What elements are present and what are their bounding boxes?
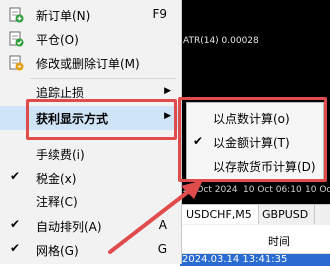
tab-usdchf[interactable]: USDCHF,M5: [180, 205, 259, 224]
menu-item-trailing-stop[interactable]: 追踪止损 ▶: [0, 81, 181, 101]
check-icon: ✔: [10, 241, 21, 255]
menu-item-label: 新订单(N): [36, 9, 91, 23]
menu-item-label: 手续费(i): [36, 148, 85, 162]
menu-item-label: 网格(G): [36, 244, 79, 258]
table-row[interactable]: 2024.03.14 13:41:35: [180, 254, 330, 266]
shortcut-label: A: [158, 218, 167, 232]
menu-item-modify-order[interactable]: 修改或删除订单(M): [0, 51, 181, 75]
menu-item-label: 税金(x): [36, 172, 77, 186]
trade-list: 时间 2024.03.14 13:41:35: [180, 225, 330, 266]
submenu-arrow-icon: ▶: [164, 86, 171, 96]
menu-item-new-order[interactable]: 新订单(N) F9: [0, 3, 181, 27]
menu-item-label: 自动排列(A): [36, 220, 102, 234]
time-tick: 10 Oct 2024: [182, 185, 238, 195]
shortcut-label: F9: [152, 7, 167, 21]
menu-item-grid[interactable]: ✔ 网格(G) G: [0, 238, 181, 262]
tab-gbpusd[interactable]: GBPUSD: [256, 205, 316, 224]
menu-item-commission[interactable]: 手续费(i): [0, 142, 181, 166]
menu-item-label: 修改或删除订单(M): [36, 57, 140, 71]
shortcut-label: G: [157, 242, 167, 256]
close-position-icon: [8, 31, 24, 47]
time-tick: 10 Oct 06:10: [243, 185, 302, 195]
menu-item-label: 平仓(O): [36, 33, 79, 47]
highlight-box: [26, 99, 177, 140]
menu-item-taxes[interactable]: ✔ 税金(x): [0, 166, 181, 190]
atr-indicator-label: ATR(14) 0.00028: [183, 36, 259, 46]
time-axis: 10 Oct 2024 10 Oct 06:10 10 Oct: [180, 181, 330, 201]
new-order-icon: [8, 7, 24, 23]
time-tick: 10 Oct: [305, 185, 330, 195]
menu-item-label: 注释(C): [36, 195, 78, 209]
menu-item-auto-arrange[interactable]: ✔ 自动排列(A) A: [0, 214, 181, 238]
modify-order-icon: [8, 55, 24, 71]
check-icon: ✔: [10, 217, 21, 231]
highlight-box: [178, 97, 327, 182]
check-icon: ✔: [10, 169, 21, 183]
column-header-time[interactable]: 时间: [180, 225, 330, 254]
menu-item-close-position[interactable]: 平仓(O): [0, 27, 181, 51]
menu-separator: [30, 78, 176, 79]
menu-item-comment[interactable]: 注释(C): [0, 189, 181, 213]
chart-tabs: USDCHF,M5 GBPUSD: [180, 204, 330, 225]
